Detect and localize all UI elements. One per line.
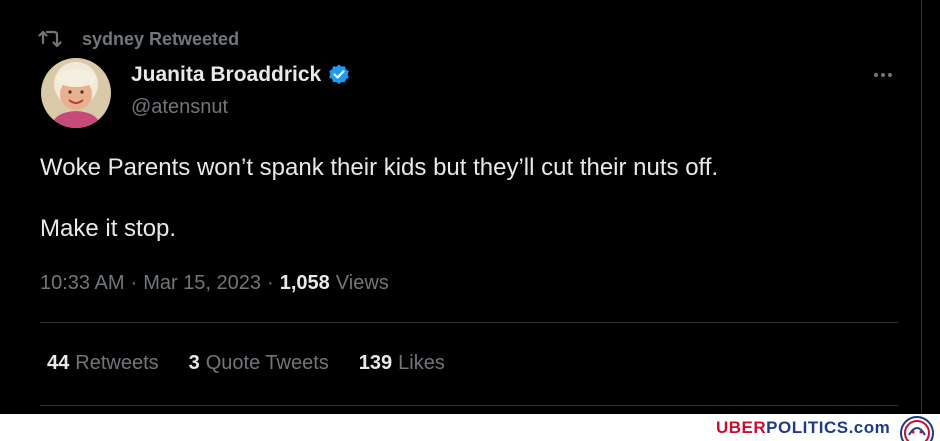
author-display-name[interactable]: Juanita Broaddrick — [131, 63, 321, 87]
tweet-text-line: Woke Parents won’t spank their kids but … — [40, 154, 719, 181]
author-handle[interactable]: @atensnut — [131, 96, 228, 119]
panel-border — [921, 0, 922, 414]
likes-stat[interactable]: 139 Likes — [359, 352, 445, 375]
more-dot — [881, 73, 885, 77]
meta-separator: · — [267, 272, 274, 294]
tweet-card: sydney Retweeted Juanita Broaddrick @ate… — [0, 0, 922, 414]
tweet-date[interactable]: Mar 15, 2023 — [143, 272, 261, 295]
quote-tweets-label: Quote Tweets — [205, 352, 329, 374]
likes-count: 139 — [358, 352, 393, 374]
retweet-context[interactable]: sydney Retweeted — [38, 27, 239, 51]
watermark-part2: POLITICS.com — [766, 418, 891, 437]
tweet-time[interactable]: 10:33 AM — [40, 272, 125, 295]
more-options-button[interactable] — [868, 64, 898, 86]
divider — [40, 405, 898, 406]
watermark-part1: UBER — [716, 418, 767, 437]
author-name-row[interactable]: Juanita Broaddrick — [131, 63, 351, 87]
meta-separator: · — [130, 272, 138, 294]
quote-tweets-stat[interactable]: 3 Quote Tweets — [189, 352, 329, 375]
engagement-stats: 44 Retweets 3 Quote Tweets 139 Likes — [47, 352, 445, 375]
retweets-stat[interactable]: 44 Retweets — [47, 352, 159, 375]
more-dot — [888, 73, 892, 77]
tweet-meta: 10:33 AM · Mar 15, 2023 · 1,058 Views — [40, 272, 389, 295]
site-logo-icon — [895, 413, 939, 441]
more-dots-icon — [874, 73, 878, 77]
quote-tweets-count: 3 — [188, 352, 200, 374]
retweets-count: 44 — [47, 352, 70, 374]
tweet-text-line: Make it stop. — [40, 215, 177, 242]
retweet-icon — [38, 29, 62, 49]
divider — [40, 322, 898, 323]
retweets-label: Retweets — [75, 352, 159, 374]
views-count: 1,058 — [279, 272, 330, 294]
likes-label: Likes — [398, 352, 445, 374]
site-watermark: UBERPOLITICS.com — [716, 418, 890, 438]
retweet-label: sydney Retweeted — [82, 28, 240, 49]
avatar[interactable] — [41, 58, 111, 128]
verified-badge-icon — [327, 63, 351, 87]
views-label: Views — [335, 272, 389, 294]
